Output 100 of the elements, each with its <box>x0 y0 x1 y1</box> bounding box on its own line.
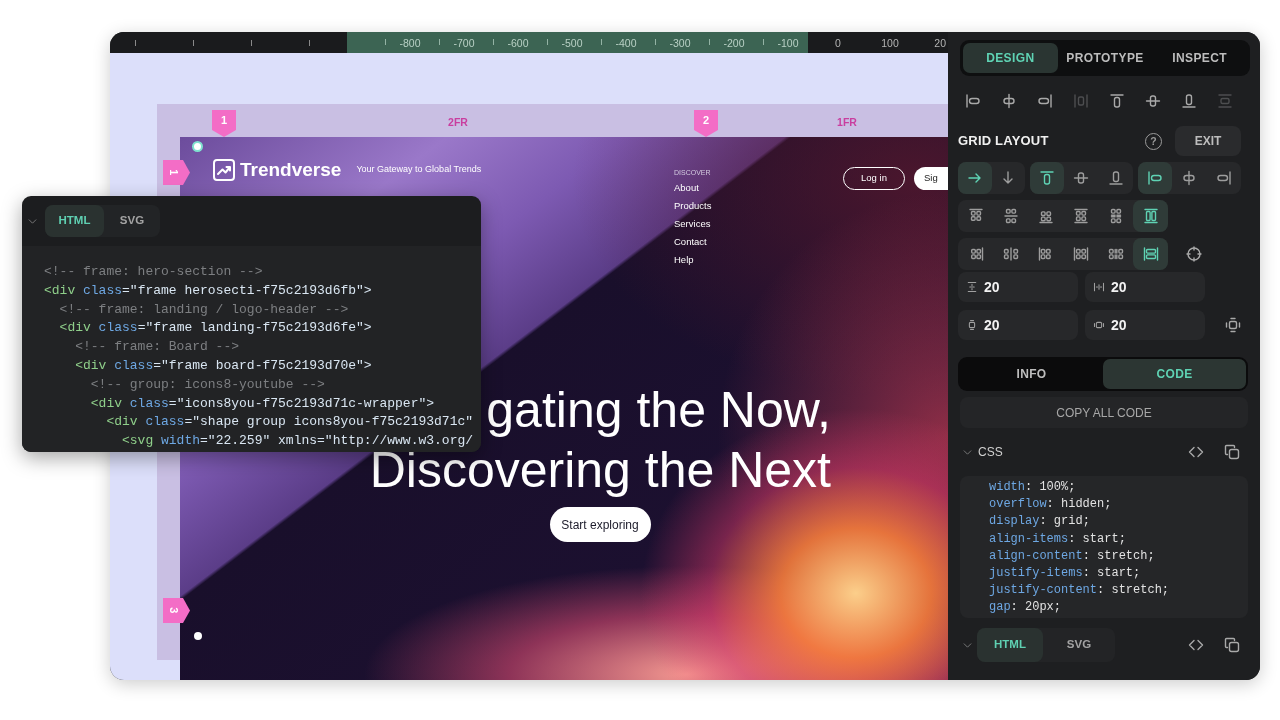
vertical-padding-icon <box>966 319 978 331</box>
code-line: <div class="frame board-f75c2193d70e"> <box>75 357 372 375</box>
align-left-icon <box>1147 170 1164 186</box>
logo-text: Trendverse <box>240 159 342 181</box>
headline-text: gating the Now, <box>486 381 831 440</box>
nav-link[interactable]: Services <box>674 215 711 233</box>
code-line: <!-- frame: hero-section --> <box>44 263 263 281</box>
chevron-down-icon[interactable] <box>963 640 972 650</box>
code-line: align-content: stretch; <box>989 547 1155 565</box>
align-bottom-icon[interactable] <box>1181 93 1197 109</box>
cta-button[interactable]: Start exploring <box>549 507 651 542</box>
align-middle-icon <box>1073 170 1090 186</box>
layout-option-button[interactable] <box>1137 162 1173 194</box>
code-line: <div class="shape group icons8you-f75c2193d71c" <box>106 413 474 432</box>
align-middle-icon[interactable] <box>1145 93 1161 109</box>
tagline-text: Your Gateway to Global Trends <box>356 163 482 177</box>
horizontal-padding-icon <box>1093 319 1105 331</box>
grid-columns-space-around-icon <box>1107 246 1124 262</box>
crosshair-icon[interactable] <box>1186 246 1202 262</box>
grid-align-top-icon <box>967 208 984 224</box>
padding-icon[interactable] <box>1225 317 1241 333</box>
copy-icon[interactable] <box>1224 637 1240 653</box>
copy-all-code-button[interactable]: COPY ALL CODE <box>960 397 1248 428</box>
line-chart-icon <box>213 159 235 181</box>
track-size-label: 2FR <box>448 116 468 128</box>
grid-rows-space-between-icon <box>1072 208 1089 224</box>
align-bottom-icon <box>1107 170 1124 186</box>
ruler-label: -700 <box>453 37 475 49</box>
format-tab[interactable]: HTML <box>45 205 104 237</box>
code-line: <svg width="22.259" xmlns="http://www.w3.org/ <box>122 432 474 451</box>
panel-tab[interactable]: CODE <box>1103 359 1246 389</box>
grid-rows-stretch-icon <box>1142 208 1159 224</box>
grid-marker: 1 <box>163 160 190 185</box>
align-right-icon <box>1215 170 1232 186</box>
gap-field[interactable]: 20 <box>958 272 1078 302</box>
align-top-icon <box>1039 170 1056 186</box>
panel-tab[interactable]: INSPECT <box>1152 43 1247 73</box>
signup-button[interactable]: Sig <box>914 167 948 190</box>
align-top-icon[interactable] <box>1109 93 1125 109</box>
code-line: display: grid; <box>989 513 1090 531</box>
nav-link[interactable]: About <box>674 179 699 197</box>
grid-columns-stretch-icon <box>1142 246 1159 262</box>
code-line: <div class="icons8you-f75c2193d71c-wrapper"> <box>90 394 435 413</box>
selection-handle[interactable] <box>192 141 203 152</box>
ruler-label: -300 <box>669 37 691 49</box>
section-title: CSS <box>978 444 1003 461</box>
padding-field[interactable]: 20 <box>958 310 1078 340</box>
grid-marker: 3 <box>163 598 190 623</box>
layout-option-button[interactable] <box>1133 200 1168 232</box>
ruler-label: -100 <box>777 37 799 49</box>
code-line: overflow: hidden; <box>989 496 1112 514</box>
grid-align-middle-icon <box>1002 208 1019 224</box>
exit-button[interactable]: EXIT <box>1175 126 1241 156</box>
align-center-icon[interactable] <box>1001 93 1017 109</box>
grid-marker: 1 <box>212 110 236 137</box>
nav-link[interactable]: Help <box>674 251 694 269</box>
ruler-label: -200 <box>723 37 745 49</box>
code-line: align-items: start; <box>989 530 1126 548</box>
grid-columns-space-between-icon <box>1072 246 1089 262</box>
layout-option-button[interactable] <box>1133 238 1168 270</box>
grid-align-bottom-icon <box>1037 208 1054 224</box>
selection-handle[interactable] <box>194 632 202 640</box>
code-line: justify-content: stretch; <box>989 582 1170 600</box>
ruler-label: -500 <box>561 37 583 49</box>
panel-tab[interactable]: DESIGN <box>963 43 1058 73</box>
chevron-down-icon[interactable] <box>28 216 37 226</box>
column-gap-icon <box>1093 281 1105 293</box>
grid-align-right-icon <box>1037 246 1054 262</box>
align-left-icon[interactable] <box>965 93 981 109</box>
code-line: gap: 20px; <box>989 599 1062 617</box>
copy-icon[interactable] <box>1224 444 1240 460</box>
panel-tab[interactable]: INFO <box>960 359 1103 389</box>
nav-link[interactable]: Products <box>674 197 712 215</box>
code-line: <!-- frame: Board --> <box>75 338 239 357</box>
section-title: GRID LAYOUT <box>958 132 1049 151</box>
format-tab[interactable]: SVG <box>1043 628 1115 662</box>
padding-field[interactable]: 20 <box>1085 310 1205 340</box>
code-icon[interactable] <box>1188 444 1204 460</box>
chevron-down-icon[interactable] <box>963 447 972 457</box>
align-right-icon[interactable] <box>1037 93 1053 109</box>
format-tab[interactable]: SVG <box>104 205 160 237</box>
grid-marker: 2 <box>694 110 718 137</box>
code-line: <!-- frame: landing / logo-header --> <box>59 300 349 319</box>
code-line: <div class="frame herosecti-f75c2193d6fb"> <box>44 281 372 300</box>
nav-link[interactable]: Contact <box>674 233 707 251</box>
ruler-label: -400 <box>615 37 637 49</box>
track-size-label: 1FR <box>837 116 857 128</box>
grid-align-center-icon <box>1002 246 1019 262</box>
ruler-label: -600 <box>507 37 529 49</box>
gap-field[interactable]: 20 <box>1085 272 1205 302</box>
panel-tab[interactable]: PROTOTYPE <box>1057 43 1153 73</box>
layout-option-button[interactable] <box>1030 162 1065 194</box>
format-tab[interactable]: HTML <box>977 628 1043 662</box>
align-center-icon <box>1181 170 1198 186</box>
ruler-label: 0 <box>835 37 841 49</box>
code-line: width: 100%; <box>989 479 1076 496</box>
row-gap-icon <box>966 281 978 293</box>
ruler-label: 20 <box>934 37 946 49</box>
code-icon[interactable] <box>1188 637 1204 653</box>
layout-option-button[interactable] <box>958 162 992 194</box>
